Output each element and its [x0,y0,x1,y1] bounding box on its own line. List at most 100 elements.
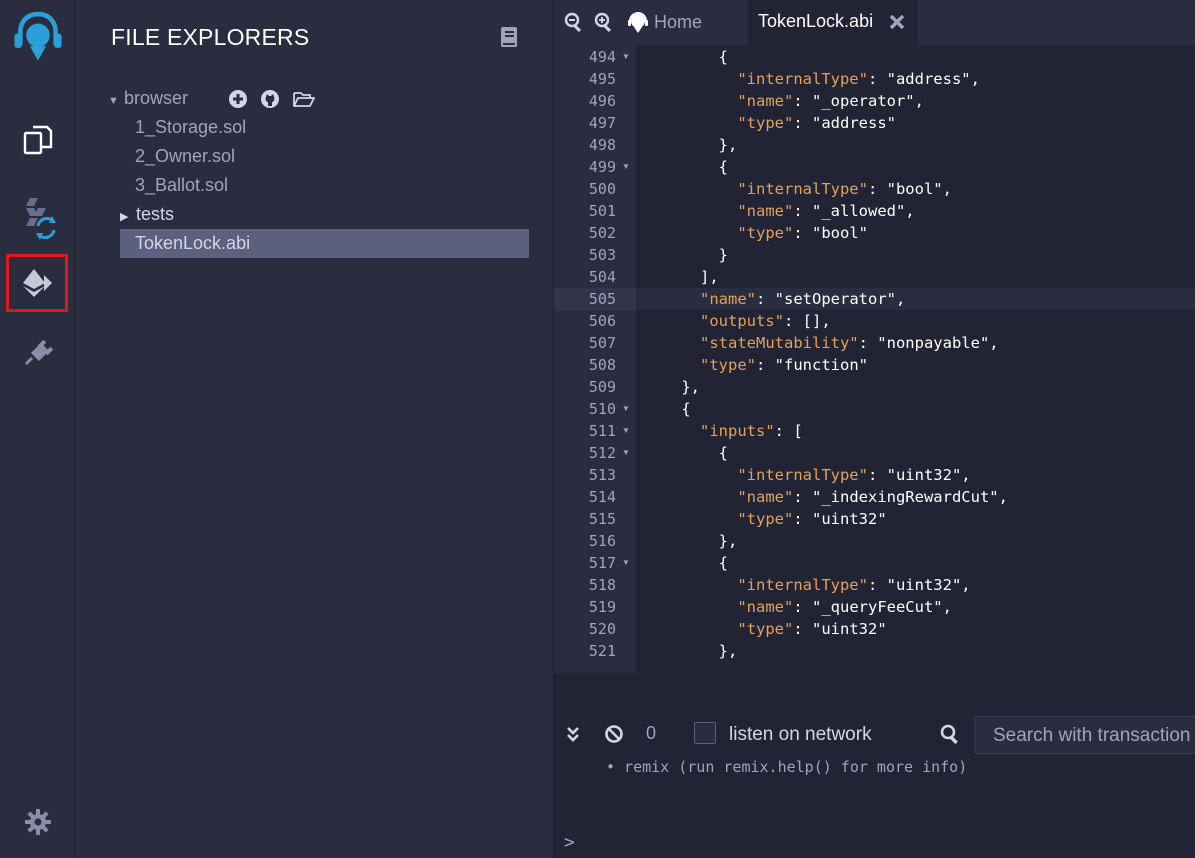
code-line[interactable]: 514 "name": "_indexingRewardCut", [554,486,1195,508]
line-number: 497 [588,114,616,132]
code-text: "type": "uint32" [737,620,887,638]
documentation-book-icon[interactable] [499,26,519,53]
code-line[interactable]: 505 "name": "setOperator", [554,288,1195,310]
line-number: 512 [588,444,616,462]
line-number: 508 [588,356,616,374]
settings-gear-icon[interactable] [10,794,66,850]
code-line[interactable]: 521 }, [554,640,1195,662]
code-line[interactable]: 517 ▼ { [554,552,1195,574]
file-tree: ▼ browser 1_Storage.sol 2_Owner.sol 3_Bal… [105,84,535,258]
code-line[interactable]: 509 }, [554,376,1195,398]
code-line[interactable]: 503 } [554,244,1195,266]
line-number: 506 [588,312,616,330]
code-line[interactable]: 497 "type": "address" [554,112,1195,134]
file-item[interactable]: 3_Ballot.sol [105,171,535,200]
folder-label: tests [136,204,175,224]
line-number: 498 [588,136,616,154]
fold-caret-icon[interactable]: ▼ [622,552,630,574]
line-number: 517 [588,554,616,572]
zoom-out-icon[interactable] [564,12,584,37]
tab-tokenlock[interactable]: TokenLock.abi [748,0,918,46]
deploy-run-icon[interactable] [6,254,68,312]
close-icon[interactable] [888,13,906,36]
fold-caret-icon[interactable]: ▼ [622,398,630,420]
tree-root-browser[interactable]: ▼ browser [105,84,535,113]
code-text: { [644,554,728,572]
folder-tests[interactable]: ▶ tests [105,200,535,229]
code-text: "type": "address" [737,114,896,132]
code-line[interactable]: 495 "internalType": "address", [554,68,1195,90]
line-number: 500 [588,180,616,198]
code-line[interactable]: 511 ▼ "inputs": [ [554,420,1195,442]
code-line[interactable]: 494 ▼ { [554,46,1195,68]
search-input[interactable]: Search with transaction hash or address [974,716,1195,754]
code-line[interactable]: 507 "stateMutability": "nonpayable", [554,332,1195,354]
clear-ban-icon[interactable] [604,724,624,749]
tab-home[interactable]: Home [626,10,702,34]
code-line[interactable]: 510 ▼ { [554,398,1195,420]
file-item[interactable]: 2_Owner.sol [105,142,535,171]
listen-network-checkbox[interactable] [694,722,716,744]
code-text: }, [644,136,738,154]
line-number: 499 [588,158,616,176]
code-line[interactable]: 502 "type": "bool" [554,222,1195,244]
code-line[interactable]: 512 ▼ { [554,442,1195,464]
code-line[interactable]: 519 "name": "_queryFeeCut", [554,596,1195,618]
search-icon [940,724,960,749]
line-number: 519 [588,598,616,616]
file-item[interactable]: 1_Storage.sol [105,113,535,142]
code-editor[interactable]: 494 ▼ {495 "internalType": "address", 496 … [554,46,1195,673]
root-label: browser [124,88,189,108]
line-number: 502 [588,224,616,242]
fold-caret-icon[interactable]: ▼ [622,442,630,464]
file-explorers-icon[interactable] [10,112,66,168]
terminal-output[interactable]: • remix (run remix.help() for more info)… [554,756,1195,858]
line-number: 504 [588,268,616,286]
code-line[interactable]: 518 "internalType": "uint32", [554,574,1195,596]
code-text: "type": "uint32" [737,510,887,528]
code-line[interactable]: 515 "type": "uint32" [554,508,1195,530]
double-chevron-down-icon[interactable] [566,726,580,747]
remix-logo-icon[interactable] [10,10,66,66]
line-number: 507 [588,334,616,352]
line-number: 495 [588,70,616,88]
line-number: 520 [588,620,616,638]
code-text: "stateMutability": "nonpayable", [700,334,999,352]
code-text: "outputs": [], [700,312,831,330]
code-line[interactable]: 506 "outputs": [], [554,310,1195,332]
code-line[interactable]: 496 "name": "_operator", [554,90,1195,112]
caret-down-icon: ▼ [108,95,119,107]
zoom-in-icon[interactable] [594,12,614,37]
line-number: 496 [588,92,616,110]
code-line[interactable]: 520 "type": "uint32" [554,618,1195,640]
tab-bar: Home TokenLock.abi [554,0,1195,46]
code-line[interactable]: 504 ], [554,266,1195,288]
line-number: 514 [588,488,616,506]
code-line[interactable]: 516 }, [554,530,1195,552]
line-number: 509 [588,378,616,396]
code-text: "inputs": [ [700,422,803,440]
code-line[interactable]: 500 "internalType": "bool", [554,178,1195,200]
tab-label: TokenLock.abi [758,11,874,31]
fold-caret-icon[interactable]: ▼ [622,156,630,178]
code-line[interactable]: 513 "internalType": "uint32", [554,464,1195,486]
code-text: "type": "function" [700,356,868,374]
code-text: { [644,444,728,462]
code-text: "name": "_allowed", [737,202,915,220]
code-text: "type": "bool" [737,224,868,242]
plugin-manager-icon[interactable] [10,326,66,382]
code-text: ], [644,268,719,286]
file-item-selected[interactable]: TokenLock.abi [120,229,529,258]
code-line[interactable]: 501 "name": "_allowed", [554,200,1195,222]
line-number: 518 [588,576,616,594]
code-line[interactable]: 498 }, [554,134,1195,156]
fold-caret-icon[interactable]: ▼ [622,46,630,68]
code-text: }, [644,532,738,550]
code-text: "internalType": "uint32", [737,576,971,594]
fold-caret-icon[interactable]: ▼ [622,420,630,442]
file-explorer-panel: FILE EXPLORERS ▼ browser 1_Storage.sol 2_… [75,0,554,858]
code-line[interactable]: 499 ▼ { [554,156,1195,178]
solidity-compiler-icon[interactable] [10,190,66,246]
terminal-toolbar: 0 listen on network Search with transact… [554,708,1195,756]
code-line[interactable]: 508 "type": "function" [554,354,1195,376]
